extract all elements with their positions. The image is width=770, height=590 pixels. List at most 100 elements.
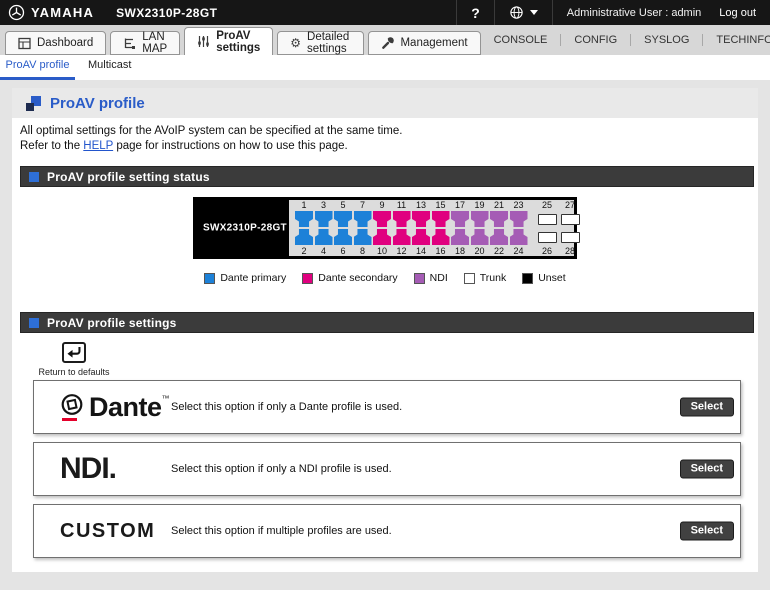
tab-lan-map[interactable]: LAN MAP <box>110 31 181 55</box>
port-number-11: 11 <box>396 200 407 210</box>
content-panel: ProAV profile All optimal settings for t… <box>12 88 758 572</box>
legend-swatch-dante-secondary <box>302 272 314 284</box>
port-number-26: 26 <box>541 245 552 256</box>
switch-device-label: SWX2310P-28GT <box>203 222 287 234</box>
port-column: 12 <box>295 200 313 256</box>
port-column: 15 16 <box>431 200 450 256</box>
port-number-19: 19 <box>474 200 485 210</box>
config-link[interactable]: CONFIG <box>560 34 630 46</box>
lan-map-icon <box>123 37 136 50</box>
return-to-defaults-label: Return to defaults <box>38 367 110 377</box>
port-6 <box>334 229 352 245</box>
port-number-4: 4 <box>320 246 326 256</box>
gear-icon: ⚙ <box>290 35 302 50</box>
option-description: Select this option if multiple profiles … <box>171 525 392 537</box>
port-8 <box>353 229 372 245</box>
sfp-port-group: 25 26 27 28 <box>536 200 582 256</box>
port-number-5: 5 <box>340 200 346 210</box>
sfp-column: 27 28 <box>559 200 581 256</box>
port-number-24: 24 <box>513 246 524 256</box>
switch-front-panel: SWX2310P-28GT 1 2 3 4 5 6 7 8 9 10 11 12 13 14 15 16 17 1… <box>193 197 580 259</box>
port-26 <box>537 231 557 243</box>
tab-detailed-settings[interactable]: ⚙ Detailed settings <box>277 31 365 55</box>
port-24 <box>509 229 528 245</box>
sliders-icon <box>197 35 210 48</box>
select-dante-button[interactable]: Select <box>679 397 734 417</box>
port-column: 21 22 <box>490 200 508 256</box>
profile-option-ndi: NDI. Select this option if only a NDI pr… <box>33 442 741 496</box>
techinfo-link[interactable]: TECHINFO <box>702 34 770 46</box>
port-number-18: 18 <box>454 246 465 256</box>
dante-logo-icon <box>60 392 86 422</box>
port-number-16: 16 <box>435 246 446 256</box>
port-number-28: 28 <box>564 245 575 256</box>
description-line2: Refer to the HELP page for instructions … <box>20 140 348 152</box>
port-number-25: 25 <box>541 200 552 211</box>
settings-section-header: ProAV profile settings <box>20 312 754 333</box>
tab-dashboard[interactable]: Dashboard <box>5 31 107 55</box>
port-11 <box>392 211 411 227</box>
port-number-2: 2 <box>301 246 307 256</box>
port-number-7: 7 <box>359 200 365 210</box>
option-description: Select this option if only a Dante profi… <box>171 401 403 413</box>
settings-section-title: ProAV profile settings <box>47 315 177 330</box>
custom-logo: CUSTOM <box>60 520 156 542</box>
content-area: ProAV profile All optimal settings for t… <box>0 80 770 590</box>
return-to-defaults-icon[interactable] <box>62 342 86 363</box>
port-number-3: 3 <box>320 200 326 210</box>
logout-button[interactable]: Log out <box>719 7 756 19</box>
port-column: 19 20 <box>470 200 489 256</box>
description-line1: All optimal settings for the AVoIP syste… <box>20 125 403 137</box>
main-tab-bar: Dashboard LAN MAP ProAV settings ⚙ Detai… <box>0 25 770 55</box>
brand-wordmark: YAMAHA <box>31 5 95 20</box>
port-column: 34 <box>314 200 333 256</box>
tab-label: Management <box>400 37 468 49</box>
select-ndi-button[interactable]: Select <box>679 459 734 479</box>
port-number-17: 17 <box>454 200 465 210</box>
port-14 <box>412 229 430 245</box>
port-number-12: 12 <box>396 246 407 256</box>
port-number-13: 13 <box>415 200 426 210</box>
language-selector[interactable] <box>493 0 552 25</box>
legend-swatch-trunk <box>463 272 475 284</box>
tab-label: Detailed settings <box>307 31 350 55</box>
help-question-label[interactable]: ? <box>471 5 480 21</box>
section-bullet-icon <box>29 171 39 182</box>
profile-option-custom: CUSTOM Select this option if multiple pr… <box>33 504 741 558</box>
select-custom-button[interactable]: Select <box>679 521 734 541</box>
tab-management[interactable]: Management <box>368 31 481 55</box>
option-description: Select this option if only a NDI profile… <box>171 463 392 475</box>
port-16 <box>431 229 450 245</box>
page-description: All optimal settings for the AVoIP syste… <box>20 124 402 154</box>
dashboard-icon <box>18 37 31 50</box>
subtab-proav-profile[interactable]: ProAV profile <box>0 59 75 71</box>
logged-in-user-label: Administrative User : admin <box>566 6 702 19</box>
tab-proav-settings[interactable]: ProAV settings <box>184 27 274 55</box>
port-5 <box>334 211 352 227</box>
port-1 <box>295 211 313 227</box>
port-column: 56 <box>334 200 352 256</box>
device-model-title: SWX2310P-28GT <box>116 5 218 20</box>
console-link[interactable]: CONSOLE <box>481 34 561 46</box>
port-number-1: 1 <box>301 200 307 210</box>
dante-logo: Dante ™ <box>60 392 170 422</box>
port-number-20: 20 <box>474 246 485 256</box>
port-7 <box>353 211 372 227</box>
legend-item: NDI <box>413 272 448 284</box>
port-13 <box>412 211 430 227</box>
syslog-link[interactable]: SYSLOG <box>630 34 702 46</box>
legend-item: Dante secondary <box>302 272 398 284</box>
subtab-multicast[interactable]: Multicast <box>88 59 131 71</box>
port-column: 11 12 <box>392 200 411 256</box>
legend-swatch-dante-primary <box>204 272 216 284</box>
globe-icon <box>509 5 524 20</box>
port-23 <box>509 211 528 227</box>
port-number-9: 9 <box>379 200 385 210</box>
help-link[interactable]: HELP <box>83 140 113 152</box>
legend-item: Trunk <box>463 272 506 284</box>
port-number-23: 23 <box>513 200 524 210</box>
return-to-defaults-button[interactable]: Return to defaults <box>36 342 112 377</box>
top-toolbar-links: CONSOLE CONFIG SYSLOG TECHINFO <box>481 25 770 55</box>
help-button[interactable]: ? <box>456 0 494 25</box>
port-25 <box>537 213 557 225</box>
